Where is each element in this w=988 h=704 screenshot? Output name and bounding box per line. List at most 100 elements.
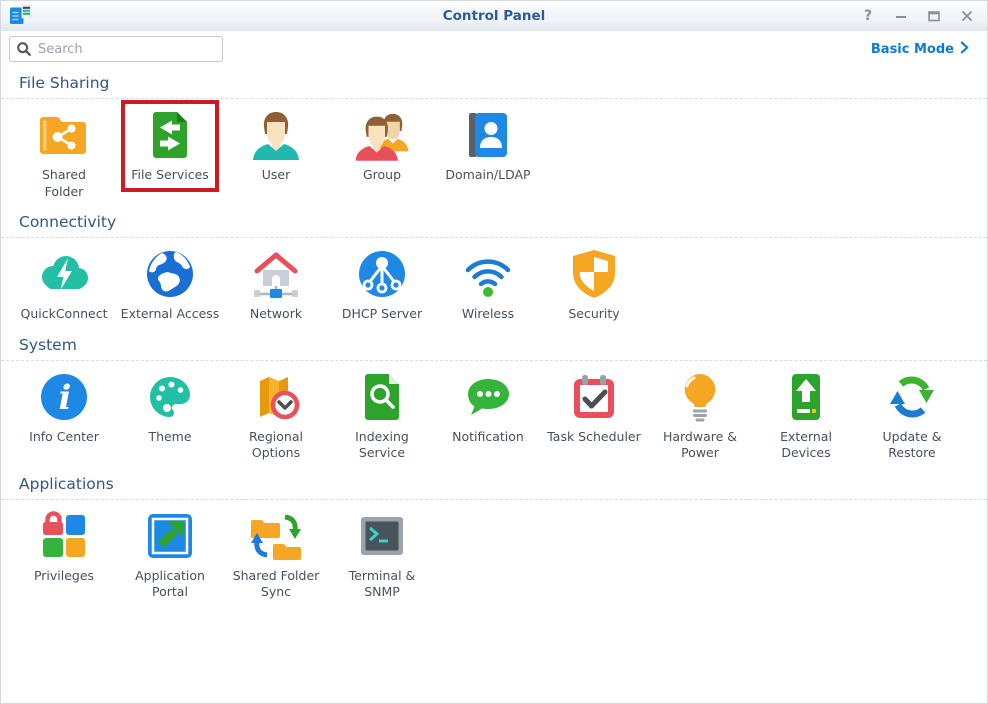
tile-task-scheduler[interactable]: Task Scheduler [541,369,647,462]
terminal-snmp-icon [354,508,410,564]
tile-external-access[interactable]: External Access [117,246,223,323]
toolbar: Basic Mode [1,31,987,67]
maximize-icon[interactable] [926,8,942,24]
user-icon [248,107,304,163]
tile-file-services[interactable]: File Services [117,107,223,200]
regional-options-icon [248,369,304,425]
external-access-icon [142,246,198,302]
tile-user[interactable]: User [223,107,329,200]
dhcp-server-icon [354,246,410,302]
theme-icon [142,369,198,425]
domain-ldap-icon [460,107,516,163]
tile-label: Shared Folder [11,167,117,200]
tile-shared-folder[interactable]: Shared Folder [11,107,117,200]
privileges-icon [36,508,92,564]
tile-network[interactable]: Network [223,246,329,323]
tile-label: Regional Options [223,429,329,462]
shared-folder-icon [36,107,92,163]
tile-privileges[interactable]: Privileges [11,508,117,601]
tile-update-restore[interactable]: Update & Restore [859,369,965,462]
tile-label: Hardware & Power [647,429,753,462]
tile-label: Terminal & SNMP [329,568,435,601]
sections: File SharingShared FolderFile ServicesUs… [1,67,987,607]
tile-label: File Services [117,167,223,184]
section-file-sharing: File SharingShared FolderFile ServicesUs… [1,67,987,206]
tile-application-portal[interactable]: Application Portal [117,508,223,601]
search-box[interactable] [9,36,223,62]
basic-mode-label: Basic Mode [871,42,954,57]
tile-row: QuickConnectExternal AccessNetworkDHCP S… [1,238,987,329]
close-icon[interactable] [959,8,975,24]
tile-label: Network [223,306,329,323]
tile-row: Shared FolderFile ServicesUserGroupDomai… [1,99,987,206]
tile-label: Privileges [11,568,117,585]
tile-label: Notification [435,429,541,446]
tile-shared-folder-sync[interactable]: Shared Folder Sync [223,508,329,601]
tile-label: Task Scheduler [541,429,647,446]
section-header: Applications [1,468,987,500]
tile-row: i Info CenterThemeRegional OptionsIndexin… [1,361,987,468]
section-header: File Sharing [1,67,987,99]
file-services-icon [142,107,198,163]
tile-label: Security [541,306,647,323]
svg-text:i: i [59,378,72,418]
indexing-service-icon [354,369,410,425]
window-title: Control Panel [1,1,987,31]
section-system: System i Info CenterThemeRegional OptionsI… [1,329,987,468]
tile-regional-options[interactable]: Regional Options [223,369,329,462]
tile-theme[interactable]: Theme [117,369,223,462]
section-header: Connectivity [1,206,987,238]
tile-label: QuickConnect [11,306,117,323]
shared-folder-sync-icon [248,508,304,564]
window-controls: ? [860,1,975,31]
tile-info-center[interactable]: i Info Center [11,369,117,462]
notification-icon [460,369,516,425]
info-center-icon: i [36,369,92,425]
group-icon [354,107,410,163]
tile-hardware-power[interactable]: Hardware & Power [647,369,753,462]
minimize-icon[interactable] [893,8,909,24]
tile-notification[interactable]: Notification [435,369,541,462]
section-applications: ApplicationsPrivilegesApplication Portal… [1,468,987,607]
tile-security[interactable]: Security [541,246,647,323]
tile-label: DHCP Server [329,306,435,323]
tile-label: Info Center [11,429,117,446]
tile-domain-ldap[interactable]: Domain/LDAP [435,107,541,200]
tile-label: Theme [117,429,223,446]
tile-external-devices[interactable]: External Devices [753,369,859,462]
search-icon [16,41,32,57]
wireless-icon [460,246,516,302]
tile-label: Wireless [435,306,541,323]
tile-label: External Access [117,306,223,323]
update-restore-icon [884,369,940,425]
section-connectivity: ConnectivityQuickConnectExternal AccessN… [1,206,987,329]
external-devices-icon [778,369,834,425]
tile-quickconnect[interactable]: QuickConnect [11,246,117,323]
tile-label: Shared Folder Sync [223,568,329,601]
section-header: System [1,329,987,361]
tile-label: Indexing Service [329,429,435,462]
control-panel-window: Control Panel ? Basic Mode [0,0,988,704]
tile-row: PrivilegesApplication PortalShared Folde… [1,500,987,607]
quickconnect-icon [36,246,92,302]
tile-label: Update & Restore [859,429,965,462]
tile-wireless[interactable]: Wireless [435,246,541,323]
security-icon [566,246,622,302]
tile-label: External Devices [753,429,859,462]
network-icon [248,246,304,302]
tile-label: Application Portal [117,568,223,601]
hardware-power-icon [672,369,728,425]
task-scheduler-icon [566,369,622,425]
chevron-right-icon [960,41,969,58]
tile-terminal-snmp[interactable]: Terminal & SNMP [329,508,435,601]
basic-mode-link[interactable]: Basic Mode [871,41,969,58]
tile-label: User [223,167,329,184]
titlebar: Control Panel ? [1,1,987,31]
tile-indexing-service[interactable]: Indexing Service [329,369,435,462]
application-portal-icon [142,508,198,564]
tile-group[interactable]: Group [329,107,435,200]
tile-label: Group [329,167,435,184]
search-input[interactable] [9,36,223,62]
tile-dhcp-server[interactable]: DHCP Server [329,246,435,323]
help-icon[interactable]: ? [860,8,876,24]
